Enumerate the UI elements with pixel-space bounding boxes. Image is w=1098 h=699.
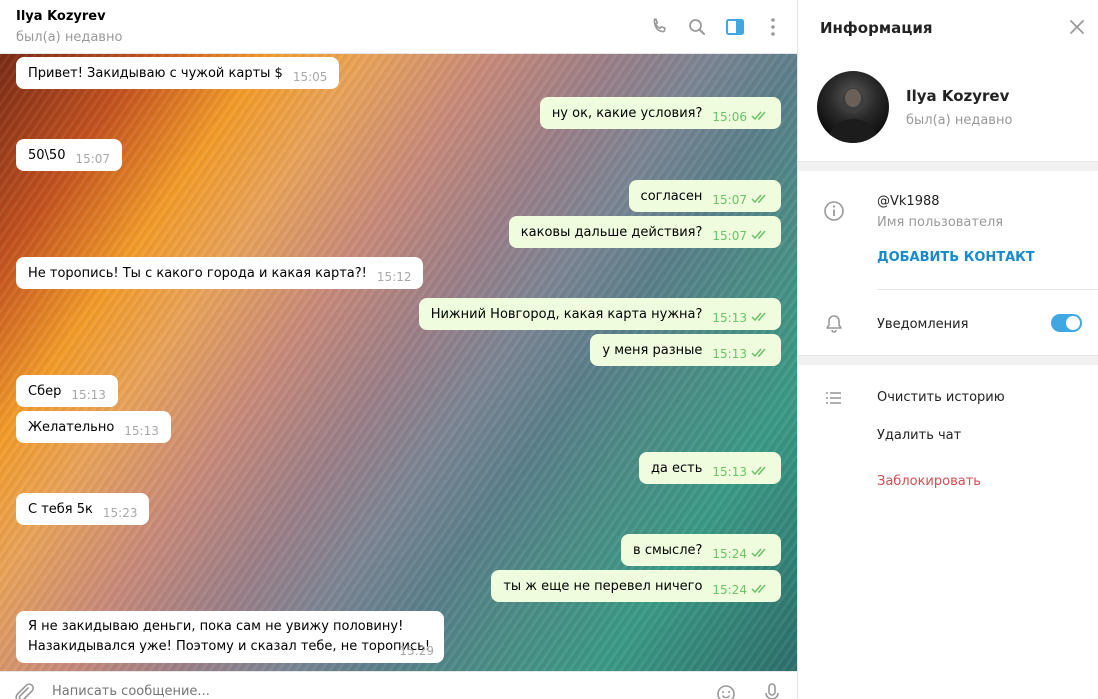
- toggle-knob: [1066, 316, 1080, 330]
- message-list[interactable]: Привет! Закидываю с чужой карты $ 15:05 н…: [0, 54, 797, 671]
- read-checkmarks-icon: [751, 466, 766, 476]
- attach-icon[interactable]: [12, 682, 36, 699]
- username[interactable]: @Vk1988: [877, 194, 940, 209]
- message-text: ну ок, какие условия?: [551, 106, 703, 121]
- message-outgoing[interactable]: ну ок, какие условия? 15:06: [539, 97, 781, 129]
- message-time: 15:07: [75, 152, 111, 166]
- info-icon: [822, 199, 846, 223]
- message-time: 15:23: [102, 506, 138, 520]
- message-incoming[interactable]: Желательно 15:13: [16, 411, 171, 443]
- message-text: да есть: [650, 461, 703, 476]
- message-time: 15:29: [399, 644, 434, 658]
- message-time: 15:05: [292, 70, 328, 84]
- message-time: 15:06: [712, 110, 747, 124]
- chat-header: Ilya Kozyrev был(а) недавно: [0, 0, 797, 54]
- message-time: 15:13: [712, 311, 747, 325]
- message-input[interactable]: [52, 684, 652, 699]
- message-time: 15:07: [712, 193, 747, 207]
- message-incoming[interactable]: 50\50 15:07: [16, 139, 123, 171]
- message-incoming[interactable]: Не торопись! Ты с какого города и какая …: [16, 257, 424, 289]
- message-outgoing[interactable]: в смысле? 15:24: [621, 534, 781, 566]
- phone-icon[interactable]: [647, 15, 671, 39]
- delete-chat-button[interactable]: Удалить чат: [877, 428, 961, 443]
- section-divider: [798, 355, 1098, 365]
- avatar[interactable]: [817, 71, 889, 143]
- message-text: Я не закидываю деньги, пока сам не увижу…: [28, 619, 431, 654]
- search-icon[interactable]: [685, 15, 709, 39]
- message-outgoing[interactable]: да есть 15:13: [638, 452, 781, 484]
- bell-icon: [822, 312, 846, 336]
- message-time: 15:07: [712, 229, 747, 243]
- message-incoming[interactable]: Я не закидываю деньги, пока сам не увижу…: [16, 611, 444, 663]
- add-contact-button[interactable]: ДОБАВИТЬ КОНТАКТ: [877, 250, 1035, 265]
- message-time: 15:13: [712, 465, 747, 479]
- read-checkmarks-icon: [751, 111, 766, 121]
- list-icon: [822, 386, 846, 410]
- clear-history-button[interactable]: Очистить историю: [877, 390, 1005, 405]
- message-text: Не торопись! Ты с какого города и какая …: [28, 266, 367, 281]
- message-time: 15:13: [124, 424, 159, 438]
- profile-name: Ilya Kozyrev: [906, 87, 1010, 105]
- read-checkmarks-icon: [751, 584, 766, 594]
- message-time: 15:13: [712, 347, 747, 361]
- read-checkmarks-icon: [751, 194, 766, 204]
- message-text: каковы дальше действия?: [520, 225, 703, 240]
- read-checkmarks-icon: [751, 548, 766, 558]
- info-panel: Информация Ilya Kozyrev был(а) недавно @…: [797, 0, 1098, 699]
- block-user-button[interactable]: Заблокировать: [877, 474, 981, 489]
- message-outgoing[interactable]: у меня разные 15:13: [590, 334, 781, 366]
- section-divider: [798, 161, 1098, 171]
- message-time: 15:12: [376, 270, 412, 284]
- divider: [877, 289, 1098, 290]
- message-incoming[interactable]: С тебя 5к 15:23: [16, 493, 150, 525]
- username-caption: Имя пользователя: [877, 215, 1004, 230]
- message-time: 15:24: [712, 583, 747, 597]
- message-text: Привет! Закидываю с чужой карты $: [28, 66, 283, 81]
- message-text: у меня разные: [602, 343, 703, 358]
- message-outgoing[interactable]: каковы дальше действия? 15:07: [508, 216, 781, 248]
- profile-status: был(а) недавно: [906, 113, 1013, 128]
- message-time: 15:24: [712, 547, 747, 561]
- message-incoming[interactable]: Привет! Закидываю с чужой карты $ 15:05: [16, 57, 340, 89]
- message-outgoing[interactable]: Нижний Новгород, какая карта нужна? 15:13: [418, 298, 781, 330]
- more-icon[interactable]: [761, 15, 785, 39]
- message-text: Нижний Новгород, какая карта нужна?: [430, 307, 703, 322]
- read-checkmarks-icon: [751, 312, 766, 322]
- message-outgoing[interactable]: согласен 15:07: [628, 180, 781, 212]
- close-icon[interactable]: [1068, 18, 1086, 36]
- notifications-toggle[interactable]: [1051, 314, 1082, 332]
- message-text: согласен: [640, 189, 703, 204]
- info-title: Информация: [820, 19, 933, 37]
- message-text: Сбер: [28, 384, 62, 399]
- message-incoming[interactable]: Сбер 15:13: [16, 375, 118, 407]
- message-time: 15:13: [71, 388, 106, 402]
- message-text: 50\50: [28, 148, 66, 163]
- message-text: ты ж еще не перевел ничего: [503, 579, 703, 594]
- read-checkmarks-icon: [751, 348, 766, 358]
- message-composer: [0, 671, 797, 699]
- message-text: Желательно: [28, 420, 115, 435]
- message-outgoing[interactable]: ты ж еще не перевел ничего 15:24: [491, 570, 781, 602]
- message-text: в смысле?: [633, 543, 703, 558]
- notifications-label: Уведомления: [877, 317, 969, 332]
- message-text: С тебя 5к: [28, 502, 93, 517]
- chat-area: Ilya Kozyrev был(а) недавно Привет! Заки…: [0, 0, 797, 699]
- read-checkmarks-icon: [751, 230, 766, 240]
- emoji-icon[interactable]: [714, 682, 738, 699]
- microphone-icon[interactable]: [760, 682, 784, 699]
- chat-status: был(а) недавно: [16, 30, 123, 45]
- sidebar-toggle-icon[interactable]: [723, 15, 747, 39]
- chat-title[interactable]: Ilya Kozyrev: [16, 9, 106, 24]
